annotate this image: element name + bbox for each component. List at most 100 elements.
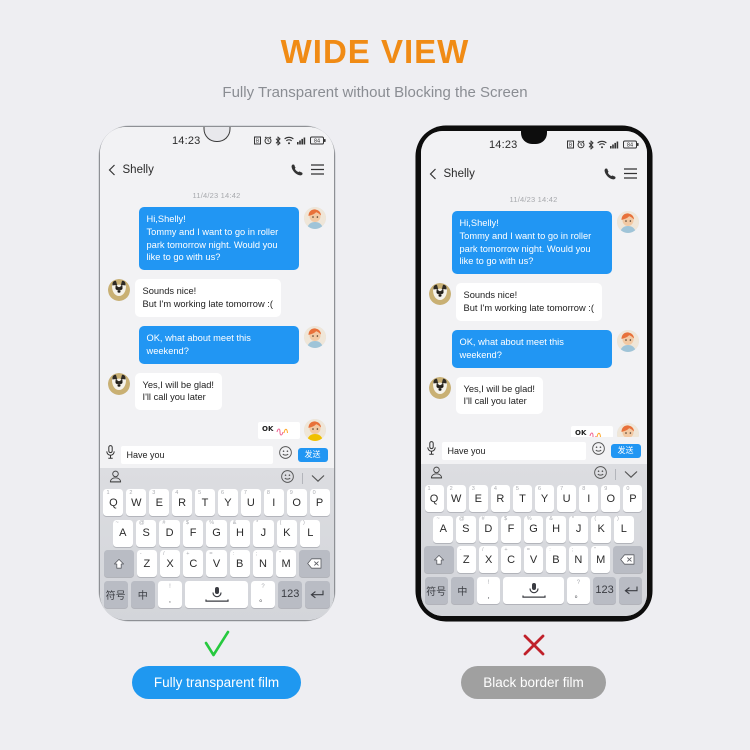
key-i[interactable]: 8I xyxy=(579,485,599,512)
key-m[interactable]: " M xyxy=(591,546,611,573)
smiley-icon[interactable] xyxy=(593,465,607,484)
avatar[interactable] xyxy=(303,419,326,441)
key-z[interactable]: -Z xyxy=(136,550,157,577)
symbols-key[interactable]: 符号 xyxy=(424,576,448,604)
space-key[interactable] xyxy=(185,580,248,608)
key-v[interactable]: = V xyxy=(523,546,544,573)
avatar[interactable] xyxy=(616,211,639,233)
key-h[interactable]: & H xyxy=(229,519,251,547)
key-m[interactable]: " M xyxy=(276,550,297,577)
key-f[interactable]: $ F xyxy=(501,515,521,543)
send-button[interactable]: 发送 xyxy=(297,447,328,462)
key-x[interactable]: / X xyxy=(160,550,181,577)
smiley-icon[interactable] xyxy=(280,469,294,488)
symbols-key[interactable]: 符号 xyxy=(103,580,128,608)
key-period[interactable]: ?。 xyxy=(566,576,590,604)
key-v[interactable]: = V xyxy=(206,550,227,577)
key-p[interactable]: 0P xyxy=(623,485,643,512)
key-c[interactable]: + C xyxy=(183,550,204,577)
key-u[interactable]: 7U xyxy=(557,485,577,512)
key-l[interactable]: ) L xyxy=(613,515,634,543)
space-key[interactable] xyxy=(503,576,564,604)
microphone-icon[interactable] xyxy=(105,445,115,464)
black-border-film-label[interactable]: Black border film xyxy=(461,666,606,699)
avatar[interactable] xyxy=(303,207,326,229)
chevron-left-icon[interactable] xyxy=(429,168,437,180)
key-i[interactable]: 8I xyxy=(263,489,284,516)
message-input[interactable]: Have you xyxy=(441,441,586,460)
sticker-pack-icon[interactable] xyxy=(109,470,122,488)
key-o[interactable]: 9O xyxy=(601,485,621,512)
key-r[interactable]: 4R xyxy=(490,485,510,512)
avatar[interactable] xyxy=(428,283,451,306)
key-a[interactable]: ~ A xyxy=(112,519,133,547)
chevron-down-icon[interactable] xyxy=(624,466,638,484)
fully-transparent-film-label[interactable]: Fully transparent film xyxy=(131,666,302,699)
avatar[interactable] xyxy=(428,376,451,399)
key-c[interactable]: + C xyxy=(501,546,521,573)
send-button[interactable]: 发送 xyxy=(610,443,641,458)
avatar[interactable] xyxy=(616,423,639,437)
avatar[interactable] xyxy=(107,372,130,395)
language-key[interactable]: 中 xyxy=(450,576,475,604)
numbers-key[interactable]: 123 xyxy=(278,580,303,608)
enter-icon[interactable] xyxy=(619,576,643,604)
key-o[interactable]: 9O xyxy=(286,489,307,516)
key-w[interactable]: 2W xyxy=(446,485,466,512)
backspace-icon[interactable] xyxy=(613,546,643,573)
key-g[interactable]: % G xyxy=(206,519,227,547)
key-period[interactable]: ?。 xyxy=(250,580,276,608)
shift-up-icon[interactable] xyxy=(424,546,454,573)
backspace-icon[interactable] xyxy=(299,550,330,577)
key-a[interactable]: ~ A xyxy=(433,515,454,543)
key-b[interactable]: :B xyxy=(546,546,566,573)
key-comma[interactable]: !, xyxy=(157,580,183,608)
key-r[interactable]: 4R xyxy=(172,489,193,516)
key-d[interactable]: # D xyxy=(478,515,499,543)
numbers-key[interactable]: 123 xyxy=(592,576,617,604)
key-z[interactable]: -Z xyxy=(456,546,476,573)
key-l[interactable]: ) L xyxy=(300,519,321,547)
avatar[interactable] xyxy=(303,325,326,348)
key-s[interactable]: @ S xyxy=(135,519,157,547)
key-b[interactable]: :B xyxy=(229,550,250,577)
key-k[interactable]: (K xyxy=(591,515,611,543)
phone-icon[interactable] xyxy=(291,163,304,176)
sticker-pack-icon[interactable] xyxy=(430,466,443,484)
key-w[interactable]: 2W xyxy=(126,489,147,516)
key-n[interactable]: ; N xyxy=(568,546,589,573)
shift-up-icon[interactable] xyxy=(103,550,134,577)
key-t[interactable]: 5T xyxy=(512,485,532,512)
key-g[interactable]: % G xyxy=(523,515,544,543)
key-j[interactable]: * J xyxy=(568,515,589,543)
key-f[interactable]: $ F xyxy=(182,519,204,547)
microphone-icon[interactable] xyxy=(426,441,436,460)
key-x[interactable]: / X xyxy=(478,546,499,573)
key-n[interactable]: ; N xyxy=(252,550,274,577)
key-y[interactable]: 6Y xyxy=(218,489,238,516)
key-q[interactable]: 1Q xyxy=(424,485,444,512)
smiley-icon[interactable] xyxy=(278,445,292,464)
avatar[interactable] xyxy=(107,279,130,302)
chevron-left-icon[interactable] xyxy=(108,164,116,176)
key-h[interactable]: & H xyxy=(546,515,566,543)
key-k[interactable]: (K xyxy=(276,519,298,547)
key-y[interactable]: 6Y xyxy=(535,485,555,512)
smiley-icon[interactable] xyxy=(591,441,605,460)
key-e[interactable]: 3E xyxy=(149,489,170,516)
message-input[interactable]: Have you xyxy=(120,445,273,464)
key-q[interactable]: 1Q xyxy=(103,489,124,516)
language-key[interactable]: 中 xyxy=(130,580,155,608)
key-p[interactable]: 0P xyxy=(309,489,330,516)
phone-icon[interactable] xyxy=(604,167,617,180)
key-e[interactable]: 3E xyxy=(468,485,488,512)
key-s[interactable]: @ S xyxy=(456,515,476,543)
hamburger-menu-icon[interactable] xyxy=(623,168,637,179)
avatar[interactable] xyxy=(616,329,639,352)
key-d[interactable]: # D xyxy=(159,519,180,547)
enter-icon[interactable] xyxy=(305,580,330,608)
key-t[interactable]: 5T xyxy=(195,489,215,516)
hamburger-menu-icon[interactable] xyxy=(310,164,324,175)
key-comma[interactable]: !, xyxy=(477,576,501,604)
chevron-down-icon[interactable] xyxy=(311,470,325,488)
